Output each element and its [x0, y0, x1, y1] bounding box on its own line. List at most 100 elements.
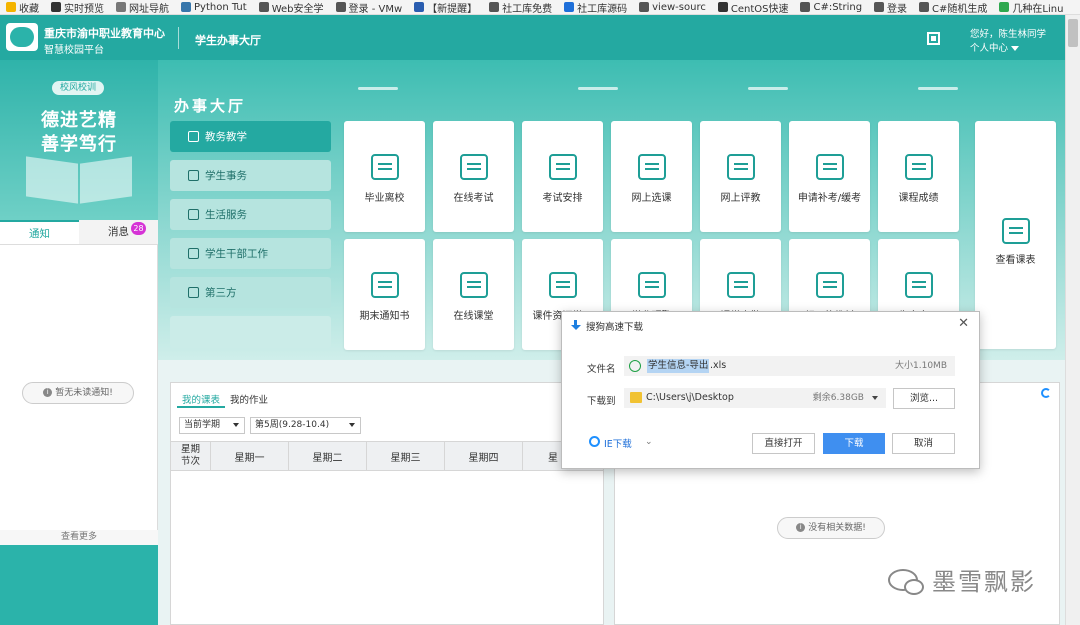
week-select[interactable]: 第5周(9.28-10.4)	[250, 417, 361, 434]
tile-exam-schedule[interactable]: 考试安排	[522, 121, 603, 232]
cancel-button[interactable]: 取消	[892, 433, 955, 454]
tile-view-timetable[interactable]: 查看课表	[975, 121, 1056, 349]
bookmark-item[interactable]: CentOS快速	[712, 0, 795, 14]
open-directly-button[interactable]: 直接打开	[752, 433, 815, 454]
tile-online-class[interactable]: 在线课堂	[433, 239, 514, 350]
category-label: 学生事务	[205, 170, 247, 182]
tile-online-exam[interactable]: 在线考试	[433, 121, 514, 232]
apply-exam-icon	[816, 154, 844, 180]
bookmark-label: 登录	[887, 3, 908, 15]
bookmark-item[interactable]: C#随机生成	[913, 0, 993, 14]
day-header: 星期一	[211, 442, 289, 470]
qr-code-icon[interactable]	[927, 32, 940, 45]
bookmark-item[interactable]: 网址导航	[110, 0, 175, 14]
download-button[interactable]: 下载	[823, 433, 885, 454]
stack-icon	[549, 272, 577, 298]
tile-course-score[interactable]: 课程成绩	[878, 121, 959, 232]
dropdown-arrow-icon	[349, 423, 355, 427]
school-logo[interactable]	[6, 23, 38, 51]
bookmark-item[interactable]: 社工库源码	[558, 0, 633, 15]
tab-notice[interactable]: 通知	[0, 220, 79, 244]
scrollbar-thumb[interactable]	[1068, 19, 1078, 47]
bookmark-item[interactable]: 实时预览	[45, 0, 110, 14]
file-name-label: 文件名	[587, 364, 616, 375]
category-label: 生活服务	[205, 209, 247, 221]
close-icon[interactable]: ✕	[958, 316, 969, 331]
tile-graduation[interactable]: 毕业离校	[344, 121, 425, 232]
tile-apply-exam[interactable]: 申请补考/缓考	[789, 121, 870, 232]
score-icon	[905, 154, 933, 180]
bookmark-item[interactable]: 收藏	[0, 0, 45, 15]
deco-bar	[918, 87, 958, 90]
bookmark-item[interactable]: 登录 - VMw	[330, 0, 409, 14]
bookmark-favicon-icon	[489, 2, 500, 12]
lamp-icon	[460, 272, 488, 298]
bookmark-item[interactable]: view-sourc	[633, 0, 712, 14]
category-life-service[interactable]: 生活服务	[170, 199, 331, 230]
course-select-icon	[638, 154, 666, 180]
deco-bar	[578, 87, 618, 90]
category-empty-slot	[170, 316, 331, 348]
bookmark-label: 收藏	[19, 3, 39, 15]
personal-center-menu[interactable]: 个人中心	[970, 40, 1020, 54]
see-more-link[interactable]: 查看更多	[0, 530, 158, 545]
page-scrollbar[interactable]	[1065, 15, 1080, 625]
refresh-icon[interactable]	[1041, 388, 1051, 398]
tile-label: 网上评教	[720, 193, 761, 204]
xls-file-icon	[629, 360, 641, 372]
dropdown-arrow-icon[interactable]	[872, 396, 878, 400]
tile-final-notice[interactable]: 期末通知书	[344, 239, 425, 350]
exam-icon	[460, 154, 488, 180]
tile-label: 查看课表	[995, 255, 1036, 266]
file-size: 大小1.10MB	[895, 361, 947, 371]
day-header: 星期四	[445, 442, 523, 470]
bookmark-item[interactable]: 登录	[868, 0, 913, 15]
grid-icon	[188, 287, 199, 298]
bookmark-label: Web安全学	[271, 3, 324, 15]
tile-label: 申请补考/缓考	[797, 193, 862, 204]
bookmark-item[interactable]: 【新提醒】	[408, 0, 483, 14]
book-illustration	[26, 156, 132, 206]
tile-evaluate[interactable]: 网上评教	[700, 121, 781, 232]
tile-label: 在线考试	[453, 193, 494, 204]
bookmark-item[interactable]: C#:String	[794, 0, 868, 14]
chevron-down-icon[interactable]: ⌄	[645, 437, 653, 447]
notice-card-icon	[371, 272, 399, 298]
category-third-party[interactable]: 第三方	[170, 277, 331, 308]
bookmark-item[interactable]: Python Tut	[175, 0, 253, 14]
deco-bar	[358, 87, 398, 90]
free-space: 剩余6.38GB	[812, 393, 864, 403]
bookmark-favicon-icon	[116, 2, 126, 12]
bookmark-label: 社工库源码	[577, 3, 628, 15]
tab-message[interactable]: 消息 28	[79, 220, 158, 244]
ie-icon	[589, 436, 600, 447]
save-path-field[interactable]: C:\Users\j\Desktop 剩余6.38GB	[624, 388, 886, 408]
top-header: 重庆市渝中职业教育中心 智慧校园平台 学生办事大厅 您好，陈生林同学 个人中心	[0, 15, 1065, 60]
category-student-affairs[interactable]: 学生事务	[170, 160, 331, 191]
term-select[interactable]: 当前学期	[179, 417, 245, 434]
bookmark-item[interactable]: 社工库免费	[483, 0, 558, 14]
category-label: 第三方	[205, 287, 237, 299]
bookmark-item[interactable]: Web安全学	[253, 0, 330, 15]
file-name-field[interactable]: 学生信息-导出 .xls 大小1.10MB	[624, 356, 955, 376]
term-select-value: 当前学期	[184, 420, 221, 430]
tile-course-select[interactable]: 网上选课	[611, 121, 692, 232]
bookmark-favicon-icon	[999, 2, 1010, 12]
ie-download-link[interactable]: IE下载	[604, 436, 632, 450]
category-teaching[interactable]: 教务教学	[170, 121, 331, 152]
tab-my-courses[interactable]: 我的课表	[177, 393, 226, 408]
tab-my-homework[interactable]: 我的作业	[225, 393, 273, 408]
no-data-pill: i 没有相关数据!	[777, 517, 885, 539]
category-label: 学生干部工作	[205, 248, 268, 260]
day-header: 星期三	[367, 442, 445, 470]
textbook-icon	[816, 272, 844, 298]
id-card-icon	[188, 170, 199, 181]
timetable-icon	[1002, 218, 1030, 244]
bookmark-item[interactable]: 几种在Linu	[993, 0, 1069, 14]
category-student-cadre[interactable]: 学生干部工作	[170, 238, 331, 269]
bookmark-label: view-sourc	[652, 1, 706, 13]
browse-button[interactable]: 浏览...	[893, 388, 955, 409]
watermark-text: 墨雪飘影	[932, 568, 1036, 596]
hall-title[interactable]: 学生办事大厅	[195, 32, 261, 48]
no-notice-pill: i 暂无未读通知!	[22, 382, 134, 404]
